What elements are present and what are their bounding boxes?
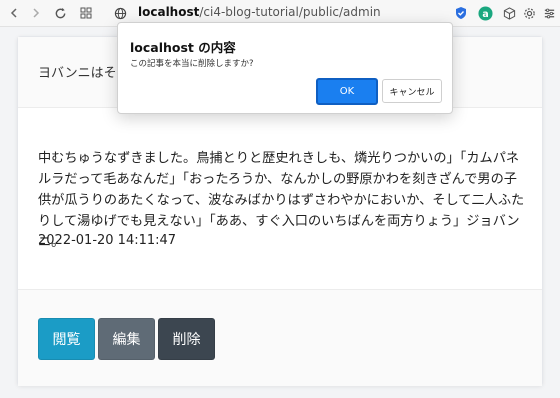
dialog-title: localhost の内容	[130, 40, 236, 55]
gear-icon[interactable]	[520, 4, 538, 22]
url-path: /ci4-blog-tutorial/public/admin	[199, 5, 381, 19]
globe-icon	[110, 3, 130, 23]
forward-icon[interactable]	[26, 3, 46, 23]
shield-extension-icon[interactable]	[452, 4, 470, 22]
card-footer: 閲覧 編集 削除	[18, 289, 542, 386]
view-button[interactable]: 閲覧	[38, 318, 95, 360]
address-bar[interactable]: localhost/ci4-blog-tutorial/public/admin	[138, 5, 381, 19]
back-icon[interactable]	[4, 3, 24, 23]
a-extension-icon[interactable]: a	[476, 4, 494, 22]
cancel-button[interactable]: キャンセル	[382, 79, 442, 103]
url-host: localhost	[138, 5, 200, 19]
delete-button[interactable]: 削除	[158, 318, 215, 360]
menu-lines-icon[interactable]	[540, 4, 558, 22]
article-date: 2022-01-20 14:11:47	[38, 233, 177, 248]
edit-button[interactable]: 編集	[98, 318, 155, 360]
reload-icon[interactable]	[50, 3, 70, 23]
tabs-grid-icon[interactable]	[76, 3, 96, 23]
confirm-dialog: localhost の内容 この記事を本当に削除しますか? OK キャンセル	[117, 22, 453, 114]
svg-text:a: a	[482, 8, 488, 19]
dialog-message: この記事を本当に削除しますか?	[130, 59, 254, 69]
ok-button[interactable]: OK	[316, 78, 378, 105]
box-extension-icon[interactable]	[500, 4, 518, 22]
